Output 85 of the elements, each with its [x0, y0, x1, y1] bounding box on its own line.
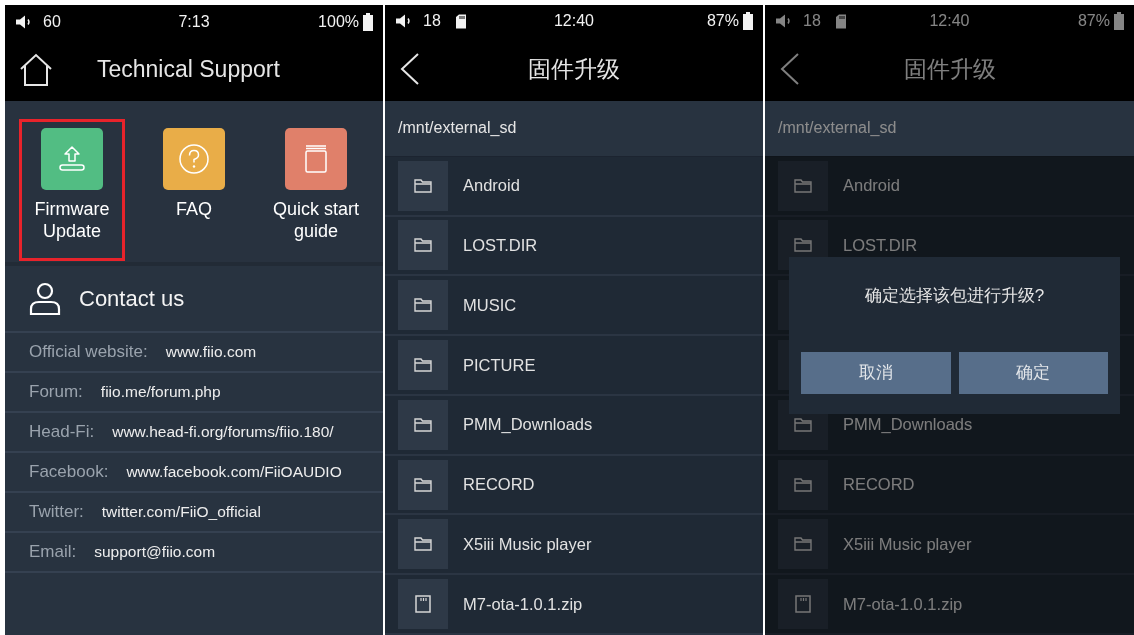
question-icon	[178, 143, 210, 175]
contact-value[interactable]: twitter.com/FiiO_official	[101, 500, 261, 524]
shortcut-tile[interactable]: Quick start guide	[263, 119, 369, 261]
file-name: RECORD	[463, 474, 535, 496]
folder-path: /mnt/external_sd	[765, 100, 1134, 157]
file-name: LOST.DIR	[843, 235, 918, 257]
contact-label: Forum:	[29, 381, 83, 404]
dialog-message: 确定选择该包进行升级?	[864, 285, 1045, 307]
folder-icon	[414, 477, 432, 492]
folder-icon	[414, 357, 432, 372]
file-name: PICTURE	[463, 354, 536, 376]
file-name: LOST.DIR	[463, 235, 538, 257]
battery-percent: 87%	[1077, 11, 1110, 32]
file-row[interactable]: RECORD	[385, 455, 763, 516]
screen-title: 固件升级	[527, 55, 621, 85]
battery-icon	[743, 12, 753, 31]
battery-percent: 100%	[318, 11, 359, 32]
contact-value[interactable]: www.head-fi.org/forums/fiio.180/	[112, 420, 334, 444]
file-row[interactable]: Android	[765, 156, 1134, 217]
screen-title: Technical Support	[97, 55, 280, 85]
file-row[interactable]: M7-ota-1.0.1.zip	[385, 575, 763, 635]
file-name: PMM_Downloads	[843, 414, 973, 436]
file-row[interactable]: Android	[385, 156, 763, 217]
folder-icon	[794, 537, 812, 552]
folder-icon	[414, 298, 432, 313]
file-name: M7-ota-1.0.1.zip	[843, 593, 963, 615]
shortcut-tile[interactable]: Firmware Update	[19, 119, 125, 261]
folder-path: /mnt/external_sd	[385, 100, 763, 157]
sd-card-icon	[795, 595, 811, 614]
volume-level: 60	[43, 11, 61, 32]
back-icon[interactable]	[399, 52, 421, 87]
file-name: Android	[843, 175, 900, 197]
file-name: Android	[463, 175, 520, 197]
shortcut-label: Quick start guide	[272, 198, 360, 242]
dialog-button[interactable]: 取消	[801, 351, 951, 394]
dialog-button[interactable]: 确定	[958, 351, 1108, 394]
folder-icon	[794, 178, 812, 193]
book-icon	[303, 144, 329, 174]
file-row[interactable]: PMM_Downloads	[385, 395, 763, 456]
screen-title: 固件升级	[902, 55, 997, 85]
folder-icon	[794, 238, 812, 253]
shortcut-tile[interactable]: FAQ	[141, 119, 247, 261]
contact-value[interactable]: support@fiio.com	[94, 540, 216, 564]
home-icon[interactable]	[19, 52, 53, 87]
contact-label: Head-Fi:	[29, 421, 95, 444]
folder-icon	[794, 417, 812, 432]
file-row[interactable]: MUSIC	[385, 276, 763, 337]
contact-value[interactable]: www.fiio.com	[165, 340, 257, 364]
contact-label: Email:	[29, 541, 77, 564]
file-row[interactable]: RECORD	[765, 455, 1134, 516]
battery-icon	[363, 12, 373, 31]
volume-level: 18	[803, 11, 821, 32]
file-row[interactable]: X5iii Music player	[385, 515, 763, 576]
shortcut-label: Firmware Update	[33, 198, 111, 242]
section-title: Contact us	[79, 285, 185, 313]
contact-label: Official website:	[29, 341, 148, 364]
file-name: X5iii Music player	[843, 533, 972, 555]
file-row[interactable]: M7-ota-1.0.1.zip	[765, 575, 1134, 635]
upload-icon	[57, 144, 87, 174]
person-icon	[29, 281, 61, 316]
file-name: PMM_Downloads	[463, 414, 593, 436]
file-row[interactable]: X5iii Music player	[765, 515, 1134, 576]
file-row[interactable]: PICTURE	[385, 336, 763, 396]
shortcut-label: FAQ	[176, 198, 212, 220]
folder-icon	[794, 477, 812, 492]
contact-value[interactable]: fiio.me/forum.php	[100, 380, 221, 404]
contact-label: Facebook:	[29, 461, 109, 484]
volume-level: 18	[423, 11, 441, 32]
battery-percent: 87%	[706, 11, 739, 32]
clock-time: 12:40	[553, 11, 594, 32]
clock-time: 12:40	[929, 11, 970, 32]
contact-label: Twitter:	[29, 501, 84, 524]
file-row[interactable]: LOST.DIR	[385, 216, 763, 277]
folder-icon	[414, 417, 432, 432]
file-name: RECORD	[843, 474, 915, 496]
sd-card-icon	[415, 595, 431, 614]
folder-icon	[414, 238, 432, 253]
clock-time: 7:13	[178, 11, 210, 32]
battery-icon	[1114, 12, 1124, 31]
contact-value[interactable]: www.facebook.com/FiiOAUDIO	[126, 460, 342, 484]
file-name: M7-ota-1.0.1.zip	[463, 593, 583, 615]
folder-icon	[414, 178, 432, 193]
file-name: MUSIC	[463, 294, 517, 316]
folder-icon	[414, 537, 432, 552]
file-name: X5iii Music player	[463, 533, 592, 555]
